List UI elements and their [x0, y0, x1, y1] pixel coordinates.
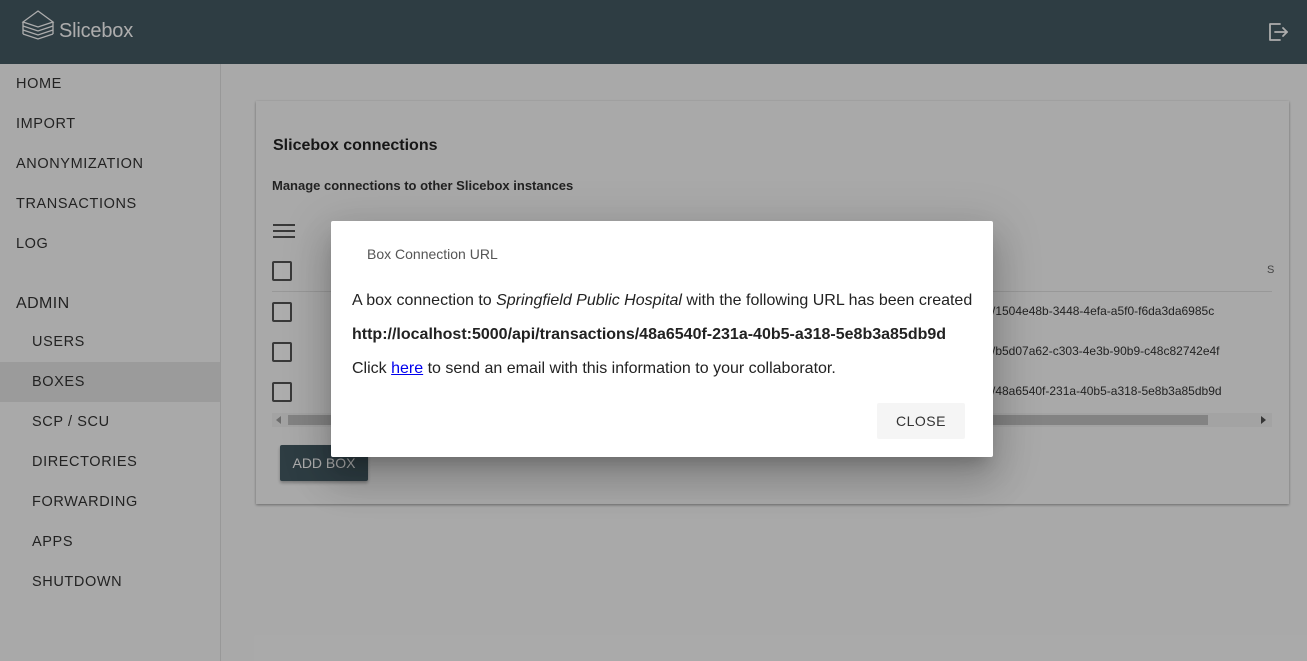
dialog-title: Box Connection URL [367, 246, 498, 262]
box-name: Springfield Public Hospital [496, 292, 682, 309]
email-instruction-pre: Click [352, 360, 392, 377]
dialog-message: A box connection to Springfield Public H… [352, 292, 972, 310]
email-instruction: Click here to send an email with this in… [352, 360, 836, 378]
email-instruction-post: to send an email with this information t… [423, 360, 836, 377]
dialog-message-post: with the following URL has been created [681, 292, 973, 309]
close-button[interactable]: CLOSE [877, 403, 965, 439]
box-connection-url-dialog: Box Connection URL A box connection to S… [331, 221, 993, 457]
connection-url: http://localhost:5000/api/transactions/4… [352, 326, 947, 343]
dialog-message-pre: A box connection to [352, 292, 497, 309]
email-link[interactable]: here [391, 360, 423, 377]
